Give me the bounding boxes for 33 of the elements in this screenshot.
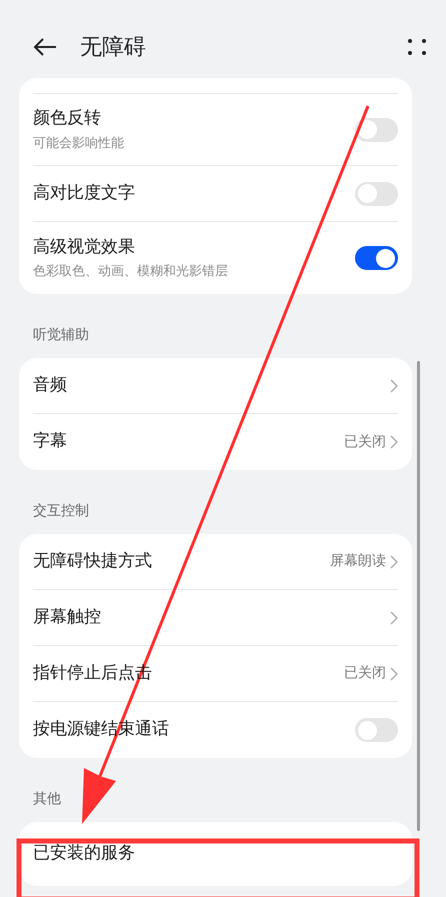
more-icon[interactable]	[407, 38, 427, 56]
row-label: 字幕	[33, 430, 67, 454]
chevron-icon	[390, 610, 398, 624]
settings-row[interactable]: 已安装的服务	[33, 822, 398, 886]
chevron-icon	[390, 666, 398, 680]
row-label: 高级视觉效果	[33, 236, 136, 258]
row-description: 色彩取色、动画、模糊和光影错层	[33, 263, 228, 281]
row-label: 高对比度文字	[33, 182, 135, 205]
row-label: 已安装的服务	[33, 842, 135, 866]
section-header: 交互控制	[33, 503, 89, 519]
row-label: 颜色反转	[33, 107, 102, 130]
section-header: 其他	[33, 791, 61, 807]
row-value: 已关闭	[344, 664, 386, 683]
row-label: 无障碍快捷方式	[33, 550, 152, 573]
row-label: 按电源键结束通话	[33, 718, 169, 742]
row-value: 屏幕朗读	[330, 552, 386, 571]
row-label: 屏幕触控	[33, 606, 101, 629]
toggle-switch[interactable]	[355, 182, 398, 206]
chevron-icon	[390, 435, 398, 449]
back-icon[interactable]	[33, 37, 57, 57]
toggle-switch[interactable]	[355, 118, 398, 142]
chevron-icon	[390, 554, 398, 568]
settings-row[interactable]: 高级视觉效果 色彩取色、动画、模糊和光影错层	[33, 222, 398, 294]
settings-row[interactable]: 字幕 已关闭	[33, 414, 398, 470]
toggle-switch[interactable]	[355, 718, 398, 742]
settings-row[interactable]: 按电源键结束通话	[33, 702, 398, 758]
page-title: 无障碍	[80, 34, 146, 62]
toggle-switch[interactable]	[355, 246, 398, 270]
row-description: 可能会影响性能	[33, 134, 124, 152]
row-value: 已关闭	[344, 432, 386, 452]
section-header: 听觉辅助	[33, 327, 89, 343]
row-label: 音频	[33, 374, 67, 397]
chevron-icon	[390, 378, 398, 392]
